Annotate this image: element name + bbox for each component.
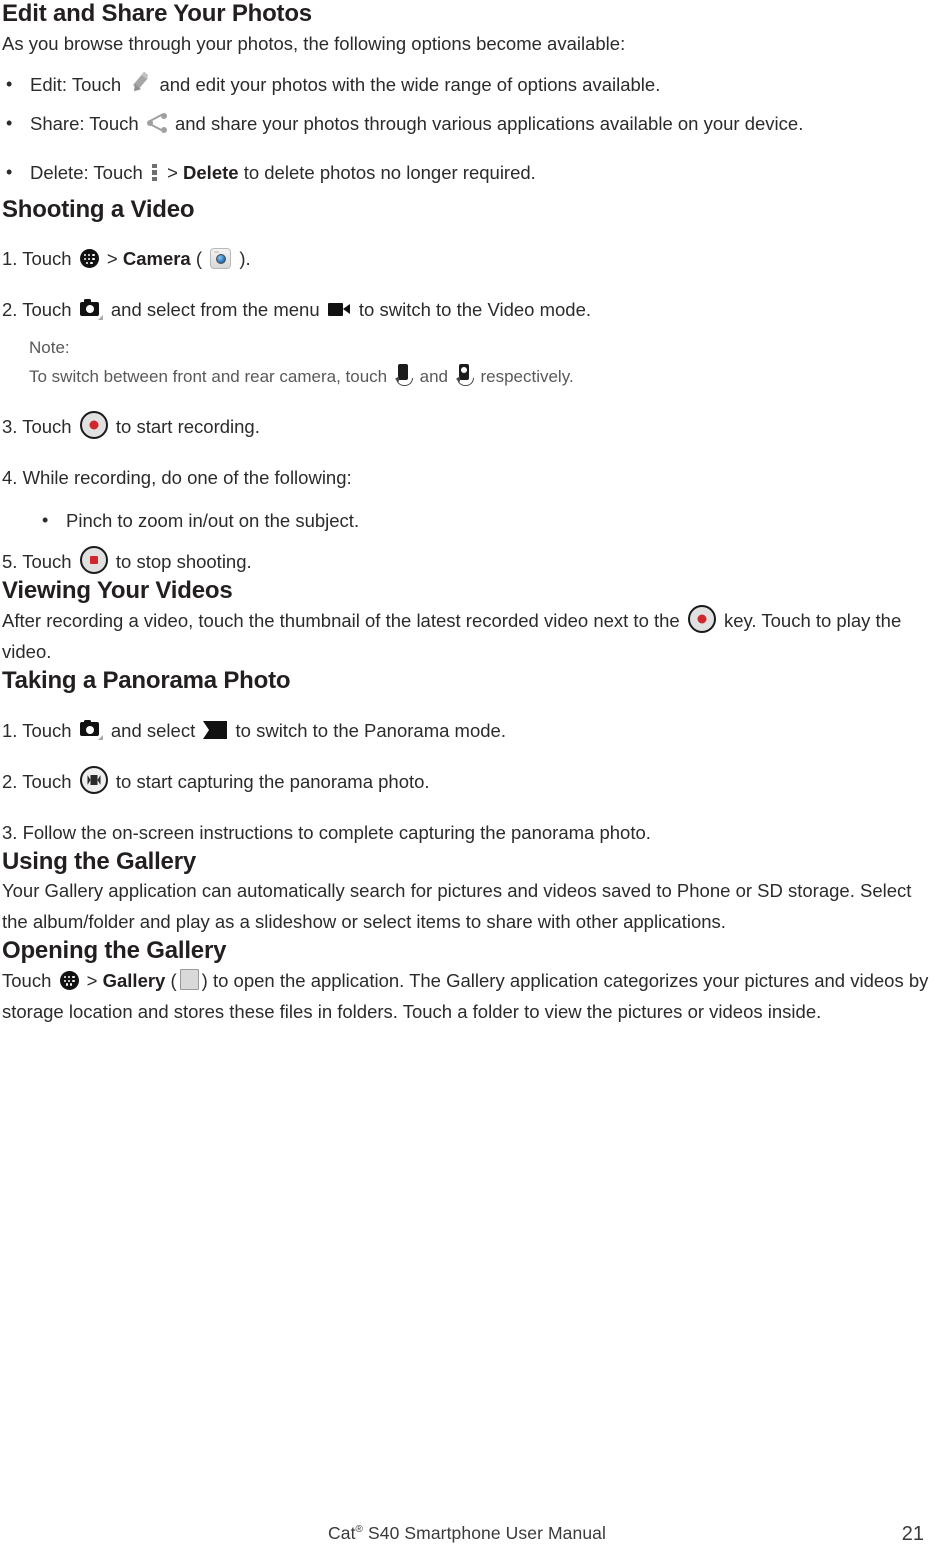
- gallery-app-icon: [179, 968, 199, 990]
- delete-bullet-suffix: to delete photos no longer required.: [243, 161, 536, 183]
- edit-share-intro-text: As you browse through your photos, the f…: [2, 32, 626, 54]
- panorama-step-1: 1. Touch and select to switch to the Pan…: [2, 715, 932, 746]
- overflow-menu-icon: [151, 163, 159, 183]
- front-camera-switch-icon: [394, 363, 413, 386]
- list-item-delete: Delete: Touch > Delete to delete photos …: [2, 157, 932, 188]
- footer-title-prefix: Cat: [328, 1523, 356, 1543]
- record-button-icon: [687, 605, 716, 634]
- edit-bullet-prefix: Edit: Touch: [30, 73, 122, 95]
- note-text: To switch between front and rear camera,…: [29, 362, 932, 391]
- panorama-step-2: 2. Touch to start capturing the panorama…: [2, 765, 932, 797]
- pencil-edit-icon: [129, 71, 151, 95]
- using-gallery-text: Your Gallery application can automatical…: [2, 880, 912, 933]
- edit-share-options-list: Edit: Touch and edit your photos with th…: [2, 69, 932, 188]
- panorama-step-1-mid: and select: [110, 719, 196, 741]
- list-item-pinch-zoom: Pinch to zoom in/out on the subject.: [38, 505, 932, 536]
- note-suffix: respectively.: [480, 367, 574, 387]
- video-step-2: 2. Touch and select from the menu to swi…: [2, 294, 932, 325]
- page-number: 21: [901, 1523, 924, 1545]
- heading-taking-a-panorama-photo: Taking a Panorama Photo: [2, 667, 291, 695]
- video-step-1-separator: >: [106, 248, 118, 270]
- camera-mode-icon: [79, 719, 103, 741]
- video-step-2-mid: and select from the menu: [110, 299, 320, 321]
- delete-bullet-separator: >: [167, 161, 178, 183]
- opening-gallery-open-paren: (: [170, 970, 177, 991]
- apps-grid-icon: [59, 970, 79, 990]
- rear-camera-switch-icon: [455, 363, 474, 386]
- opening-gallery-prefix: Touch: [2, 970, 52, 991]
- opening-gallery-bold: Gallery: [102, 970, 166, 991]
- panorama-step-1-prefix: 1. Touch: [2, 719, 72, 741]
- note-mid: and: [419, 367, 448, 387]
- video-step-1-close-paren: ).: [239, 248, 251, 270]
- panorama-step-1-suffix: to switch to the Panorama mode.: [235, 719, 506, 741]
- heading-edit-and-share-your-photos: Edit and Share Your Photos: [2, 0, 312, 27]
- video-step-5-prefix: 5. Touch: [2, 551, 72, 573]
- list-item-edit: Edit: Touch and edit your photos with th…: [2, 69, 932, 100]
- panorama-step-2-suffix: to start capturing the panorama photo.: [115, 770, 430, 792]
- video-step-2-prefix: 2. Touch: [2, 299, 72, 321]
- registered-mark-icon: ®: [355, 1524, 364, 1536]
- delete-bullet-prefix: Delete: Touch: [30, 161, 143, 183]
- stop-button-icon: [79, 546, 108, 575]
- camera-app-icon: [210, 247, 232, 269]
- video-step-3: 3. Touch to start recording.: [2, 411, 932, 442]
- share-icon: [146, 112, 167, 133]
- panorama-capture-button-icon: [79, 765, 108, 794]
- video-mode-icon: [327, 302, 351, 317]
- video-step-3-suffix: to start recording.: [115, 416, 260, 438]
- footer-title-suffix: S40 Smartphone User Manual: [363, 1523, 606, 1543]
- delete-bullet-bold: Delete: [183, 161, 239, 183]
- record-button-icon: [79, 411, 108, 440]
- video-step-3-prefix: 3. Touch: [2, 416, 72, 438]
- share-bullet-suffix: and share your photos through various ap…: [174, 112, 804, 134]
- share-bullet-prefix: Share: Touch: [30, 112, 139, 134]
- opening-gallery-separator: >: [86, 970, 98, 991]
- video-step-2-suffix: to switch to the Video mode.: [358, 299, 591, 321]
- edit-bullet-suffix: and edit your photos with the wide range…: [159, 73, 661, 95]
- opening-gallery-text: Touch > Gallery () to open the applicati…: [2, 965, 932, 1027]
- viewing-videos-text: After recording a video, touch the thumb…: [2, 605, 932, 667]
- apps-grid-icon: [79, 248, 99, 268]
- list-item-share: Share: Touch and share your photos throu…: [2, 108, 932, 139]
- heading-using-the-gallery: Using the Gallery: [2, 847, 196, 875]
- video-step-5-suffix: to stop shooting.: [115, 551, 252, 573]
- panorama-step-2-prefix: 2. Touch: [2, 770, 72, 792]
- note-prefix: To switch between front and rear camera,…: [29, 367, 388, 387]
- note-label: Note:: [29, 338, 70, 358]
- panorama-mode-icon: [203, 720, 228, 739]
- page-footer: Cat® S40 Smartphone User Manual 21: [0, 1523, 934, 1553]
- video-step-1: 1. Touch > Camera ( ).: [2, 243, 932, 274]
- video-step-1-prefix: 1. Touch: [2, 248, 72, 270]
- video-step-1-bold: Camera: [122, 248, 191, 270]
- heading-opening-the-gallery: Opening the Gallery: [2, 937, 227, 965]
- video-step-1-open-paren: (: [195, 248, 203, 270]
- panorama-step-3: 3. Follow the on-screen instructions to …: [2, 821, 651, 843]
- camera-mode-icon: [79, 299, 103, 320]
- heading-viewing-your-videos: Viewing Your Videos: [2, 577, 233, 605]
- viewing-videos-prefix: After recording a video, touch the thumb…: [2, 610, 680, 631]
- video-step-4-sublist: Pinch to zoom in/out on the subject.: [38, 505, 932, 536]
- manual-page: Edit and Share Your Photos As you browse…: [0, 0, 934, 1567]
- heading-shooting-a-video: Shooting a Video: [2, 195, 195, 223]
- video-step-4: 4. While recording, do one of the follow…: [2, 467, 352, 489]
- video-step-5: 5. Touch to stop shooting.: [2, 546, 932, 577]
- footer-title: Cat® S40 Smartphone User Manual: [0, 1523, 934, 1544]
